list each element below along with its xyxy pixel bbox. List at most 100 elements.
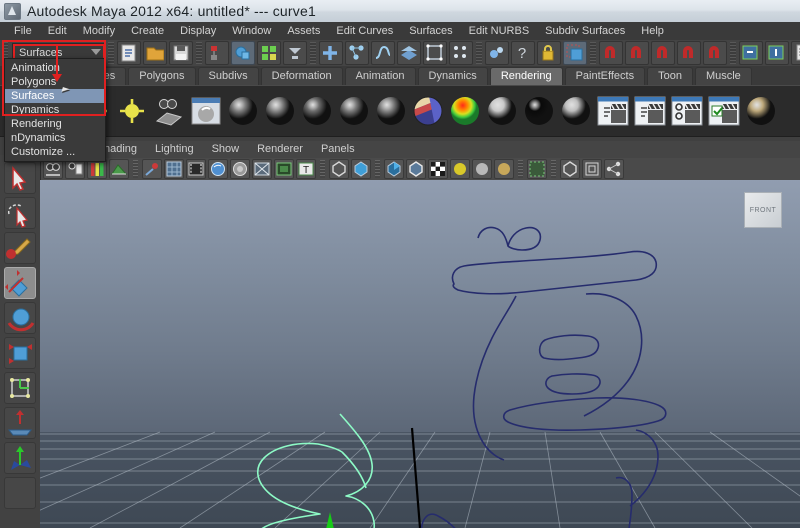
menu-set-option-rendering[interactable]: Rendering	[5, 117, 105, 131]
show-hide-editor-in-button[interactable]	[739, 41, 763, 65]
viewport-toolbar-grip[interactable]	[375, 160, 380, 178]
xray-icon[interactable]	[527, 159, 547, 179]
menu-item-file[interactable]: File	[6, 22, 40, 40]
lambert-material-icon[interactable]	[226, 94, 260, 128]
viewport-menu-lighting[interactable]: Lighting	[146, 141, 203, 158]
image-plane-icon[interactable]	[109, 159, 129, 179]
paint-selection-tool[interactable]	[4, 232, 36, 264]
menu-item-help[interactable]: Help	[633, 22, 672, 40]
viewport-toolbar-grip[interactable]	[320, 160, 325, 178]
input-output-button[interactable]	[563, 41, 587, 65]
shelf-tab-muscle[interactable]: Muscle	[695, 67, 752, 85]
shadows-icon[interactable]	[494, 159, 514, 179]
render-current-frame-icon[interactable]	[596, 94, 630, 128]
film-gate-icon[interactable]	[186, 159, 206, 179]
magnet-live-button[interactable]	[703, 41, 727, 65]
shelf-tab-animation[interactable]: Animation	[345, 67, 416, 85]
save-scene-button[interactable]	[169, 41, 193, 65]
phonge-material-icon[interactable]	[337, 94, 371, 128]
attribute-editor-button[interactable]	[791, 41, 800, 65]
toolbar-grip-sep[interactable]	[476, 42, 482, 64]
share-icon[interactable]	[604, 159, 624, 179]
lasso-tool[interactable]	[4, 197, 36, 229]
menu-item-window[interactable]: Window	[224, 22, 279, 40]
phong-material-icon[interactable]	[300, 94, 334, 128]
safe-action-icon[interactable]	[274, 159, 294, 179]
menu-set-option-surfaces[interactable]: Surfaces	[5, 89, 105, 103]
select-by-component-type-button[interactable]	[257, 41, 281, 65]
use-default-light-icon[interactable]	[472, 159, 492, 179]
toolbar-grip-sep[interactable]	[196, 42, 202, 64]
menu-set-option-customize[interactable]: Customize ...	[5, 145, 105, 159]
menu-set-option-animation[interactable]: Animation	[5, 61, 105, 75]
area-light-icon[interactable]	[152, 94, 186, 128]
field-chart-icon[interactable]	[252, 159, 272, 179]
magnet-grid-button[interactable]	[599, 41, 623, 65]
menu-item-create[interactable]: Create	[123, 22, 172, 40]
grid-toggle-icon[interactable]	[164, 159, 184, 179]
anisotropic-material-icon[interactable]	[374, 94, 408, 128]
snap-to-planes-button[interactable]	[397, 41, 421, 65]
batch-render-icon[interactable]	[707, 94, 741, 128]
select-camera-icon[interactable]	[43, 159, 63, 179]
view-orientation-cube[interactable]: FRONT	[744, 192, 782, 228]
shading-map-icon[interactable]	[559, 94, 593, 128]
shelf-tab-painteffects[interactable]: PaintEffects	[565, 67, 646, 85]
select-by-hierarchy-button[interactable]	[205, 41, 229, 65]
rotate-tool[interactable]	[4, 302, 36, 334]
toolbar-grip-sep[interactable]	[310, 42, 316, 64]
make-live-button[interactable]	[485, 41, 509, 65]
move-tool[interactable]	[4, 267, 36, 299]
menu-item-assets[interactable]: Assets	[279, 22, 328, 40]
magnet-point-button[interactable]	[651, 41, 675, 65]
last-tool-used[interactable]	[4, 477, 36, 509]
menu-set-option-dynamics[interactable]: Dynamics	[5, 103, 105, 117]
wireframe-icon[interactable]	[329, 159, 349, 179]
bookmarks-icon[interactable]	[87, 159, 107, 179]
soft-modification-tool[interactable]	[4, 407, 36, 439]
isolate-select-icon[interactable]	[560, 159, 580, 179]
menu-item-edit-curves[interactable]: Edit Curves	[328, 22, 401, 40]
snap-to-grids-button[interactable]	[319, 41, 343, 65]
use-all-lights-icon[interactable]	[450, 159, 470, 179]
surface-shader-icon[interactable]	[485, 94, 519, 128]
viewport-menu-renderer[interactable]: Renderer	[248, 141, 312, 158]
shelf-tab-rendering[interactable]: Rendering	[490, 67, 563, 85]
menu-item-modify[interactable]: Modify	[75, 22, 123, 40]
menu-item-edit-nurbs[interactable]: Edit NURBS	[461, 22, 538, 40]
viewport-toolbar-grip[interactable]	[551, 160, 556, 178]
scale-tool[interactable]	[4, 337, 36, 369]
shelf-tab-toon[interactable]: Toon	[647, 67, 693, 85]
shelf-tab-subdivs[interactable]: Subdivs	[198, 67, 259, 85]
camera-attributes-icon[interactable]	[65, 159, 85, 179]
smooth-shade-all-icon[interactable]	[351, 159, 371, 179]
shelf-tab-dynamics[interactable]: Dynamics	[418, 67, 488, 85]
resolution-gate-icon[interactable]	[208, 159, 228, 179]
lock-button[interactable]	[537, 41, 561, 65]
magnet-curve-button[interactable]	[625, 41, 649, 65]
ramp-shader-icon[interactable]	[448, 94, 482, 128]
viewport-toolbar-grip[interactable]	[518, 160, 523, 178]
smooth-shade-selected-icon[interactable]	[384, 159, 404, 179]
universal-manipulator[interactable]	[4, 372, 36, 404]
select-tool[interactable]	[4, 162, 36, 194]
select-mask-button[interactable]	[283, 41, 307, 65]
texture-icon[interactable]	[428, 159, 448, 179]
blinn-material-icon[interactable]	[263, 94, 297, 128]
snap-to-projected-center-button[interactable]	[449, 41, 473, 65]
show-hide-editor-out-button[interactable]	[765, 41, 789, 65]
snap-to-points-button[interactable]	[371, 41, 395, 65]
shelf-tab-polygons[interactable]: Polygons	[128, 67, 195, 85]
menu-set-option-ndynamics[interactable]: nDynamics	[5, 131, 105, 145]
new-scene-button[interactable]	[117, 41, 141, 65]
show-manipulator-tool[interactable]	[4, 442, 36, 474]
imr-render-icon[interactable]	[633, 94, 667, 128]
render-view-icon[interactable]	[189, 94, 223, 128]
point-light-icon[interactable]	[115, 94, 149, 128]
gate-mask-icon[interactable]	[230, 159, 250, 179]
toolbar-grip-2[interactable]	[108, 42, 114, 64]
environment-sphere-icon[interactable]	[744, 94, 778, 128]
menu-item-edit[interactable]: Edit	[40, 22, 75, 40]
magnet-plane-button[interactable]	[677, 41, 701, 65]
snap-to-view-planes-button[interactable]	[423, 41, 447, 65]
